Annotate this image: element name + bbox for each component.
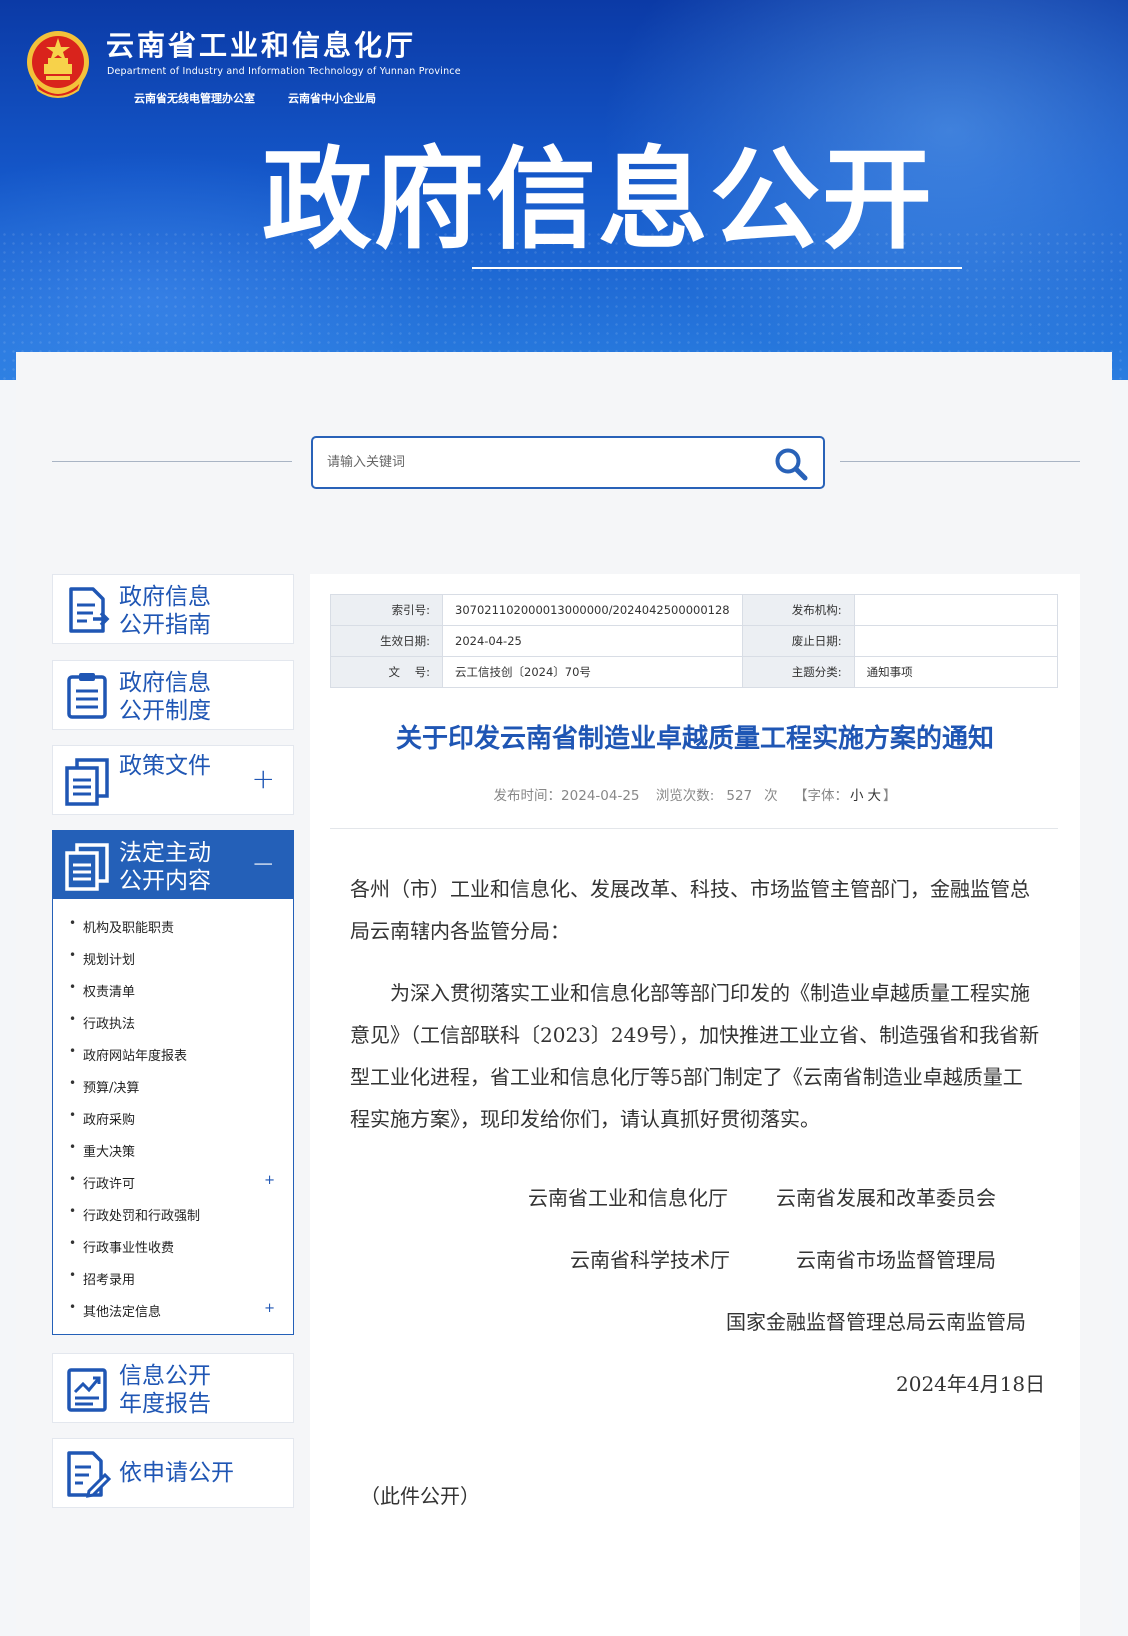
views-unit: 次 bbox=[764, 788, 778, 804]
article-info: 发布时间：2024-04-25 浏览次数: 527 次 【字体：小大】 bbox=[310, 784, 1080, 804]
document-arrow-icon bbox=[69, 587, 110, 633]
meta-value: 307021102000013000000/2024042500000128 bbox=[442, 594, 743, 626]
clipboard-list-icon bbox=[67, 673, 107, 719]
article-title: 关于印发云南省制造业卓越质量工程实施方案的通知 bbox=[395, 724, 994, 754]
sidebar-subitem[interactable]: 权责清单 bbox=[69, 980, 135, 1000]
search-divider bbox=[840, 461, 1080, 462]
meta-label: 文 号: bbox=[330, 656, 443, 688]
font-large-button[interactable]: 大 bbox=[867, 788, 881, 804]
meta-table: 索引号: 307021102000013000000/2024042500000… bbox=[330, 594, 1059, 688]
article-divider bbox=[330, 828, 1058, 829]
sidebar-card-rules[interactable]: 政府信息 公开制度 bbox=[52, 660, 294, 730]
sub-office-link[interactable]: 云南省无线电管理办公室 bbox=[134, 90, 255, 106]
meta-label: 索引号: bbox=[330, 594, 443, 626]
sidebar-sublist: 机构及职能职责 规划计划 权责清单 行政执法 政府网站年度报表 预算/决算 政府… bbox=[52, 899, 294, 1335]
sidebar-card-label: 法定主动 公开内容 bbox=[119, 840, 211, 894]
sidebar-subitem[interactable]: 政府网站年度报表 bbox=[69, 1044, 187, 1064]
sidebar-subitem[interactable]: 行政事业性收费 bbox=[69, 1236, 174, 1256]
sidebar-subitem[interactable]: 招考录用 bbox=[69, 1268, 135, 1288]
meta-label: 废止日期: bbox=[741, 625, 855, 657]
article-container: 索引号: 307021102000013000000/2024042500000… bbox=[310, 574, 1080, 1636]
signer: 云南省发展和改革委员会 bbox=[776, 1186, 996, 1210]
signature-date: 2024年4月18日 bbox=[896, 1372, 1046, 1396]
sidebar-card-label: 信息公开 年度报告 bbox=[119, 1363, 211, 1417]
site-title-english: Department of Industry and Information T… bbox=[107, 66, 461, 77]
views-count: 527 bbox=[726, 788, 753, 804]
signer: 云南省市场监督管理局 bbox=[796, 1248, 996, 1272]
stacked-docs-icon bbox=[65, 843, 109, 891]
sidebar-card-guide[interactable]: 政府信息 公开指南 bbox=[52, 574, 294, 644]
sidebar-card-label: 政府信息 公开制度 bbox=[119, 670, 211, 724]
article-salutation: 各州（市）工业和信息化、发展改革、科技、市场监管主管部门，金融监管总局云南辖内各… bbox=[350, 877, 1030, 943]
public-note: （此件公开） bbox=[360, 1484, 480, 1508]
sidebar-subitem[interactable]: 政府采购 bbox=[69, 1108, 135, 1128]
sidebar-subitem[interactable]: 行政处罚和行政强制 bbox=[69, 1204, 200, 1224]
sidebar-card-label: 政府信息 公开指南 bbox=[119, 584, 211, 638]
search-box bbox=[311, 436, 825, 489]
stacked-docs-icon bbox=[65, 758, 109, 806]
sidebar-card-label: 依申请公开 bbox=[119, 1460, 234, 1486]
meta-label: 发布机构: bbox=[741, 594, 855, 626]
meta-label: 生效日期: bbox=[330, 625, 443, 657]
search-input[interactable] bbox=[327, 438, 747, 487]
article-body: 各州（市）工业和信息化、发展改革、科技、市场监管主管部门，金融监管总局云南辖内各… bbox=[350, 868, 1040, 1140]
meta-label: 主题分类: bbox=[741, 656, 855, 688]
sidebar-subitem[interactable]: 规划计划 bbox=[69, 948, 135, 968]
sidebar-card-statutory[interactable]: 法定主动 公开内容 − bbox=[52, 830, 294, 900]
chart-report-icon bbox=[67, 1368, 107, 1412]
publish-time: 发布时间：2024-04-25 bbox=[493, 788, 640, 804]
font-size-label: 【字体：小大】 bbox=[793, 788, 897, 804]
sidebar-card-annual-report[interactable]: 信息公开 年度报告 bbox=[52, 1353, 294, 1423]
sidebar-subitem[interactable]: 预算/决算 bbox=[69, 1076, 139, 1096]
views-label: 浏览次数: bbox=[655, 788, 715, 804]
collapse-minus-icon[interactable]: − bbox=[252, 849, 275, 879]
meta-value: 2024-04-25 bbox=[442, 625, 743, 657]
meta-value bbox=[853, 594, 1059, 626]
document-pen-icon bbox=[67, 1451, 111, 1498]
national-emblem-icon[interactable] bbox=[24, 28, 92, 100]
site-title[interactable]: 云南省工业和信息化厅 bbox=[106, 24, 416, 64]
banner-title: 政府信息公开 bbox=[262, 136, 934, 264]
expand-plus-icon[interactable]: + bbox=[252, 764, 275, 794]
search-divider bbox=[52, 461, 292, 462]
meta-value: 云工信技创〔2024〕70号 bbox=[442, 656, 743, 688]
sidebar-card-policy[interactable]: 政策文件 + bbox=[52, 745, 294, 815]
sidebar-subitem[interactable]: 行政执法 bbox=[69, 1012, 135, 1032]
sidebar-subitem[interactable]: 其他法定信息 bbox=[69, 1300, 161, 1320]
subitem-expand-icon[interactable]: + bbox=[264, 1173, 275, 1188]
banner-underline bbox=[472, 267, 962, 269]
sidebar-card-on-request[interactable]: 依申请公开 bbox=[52, 1438, 294, 1508]
search-icon[interactable] bbox=[773, 446, 809, 482]
site-header: 云南省工业和信息化厅 Department of Industry and In… bbox=[0, 0, 1128, 380]
meta-value: 通知事项 bbox=[853, 656, 1059, 688]
sidebar-subitem[interactable]: 重大决策 bbox=[69, 1140, 135, 1160]
meta-value bbox=[853, 625, 1059, 657]
signer: 国家金融监督管理总局云南监管局 bbox=[726, 1310, 1026, 1334]
font-small-button[interactable]: 小 bbox=[850, 788, 864, 804]
signer: 云南省科学技术厅 bbox=[570, 1248, 730, 1272]
sidebar-card-label: 政策文件 bbox=[119, 753, 211, 779]
sidebar-subitem[interactable]: 行政许可 bbox=[69, 1172, 135, 1192]
article-paragraph: 为深入贯彻落实工业和信息化部等部门印发的《制造业卓越质量工程实施意见》（工信部联… bbox=[350, 981, 1040, 1131]
signer: 云南省工业和信息化厅 bbox=[528, 1186, 728, 1210]
sidebar-subitem[interactable]: 机构及职能职责 bbox=[69, 916, 174, 936]
sub-office-link[interactable]: 云南省中小企业局 bbox=[288, 90, 376, 106]
subitem-expand-icon[interactable]: + bbox=[264, 1301, 275, 1316]
